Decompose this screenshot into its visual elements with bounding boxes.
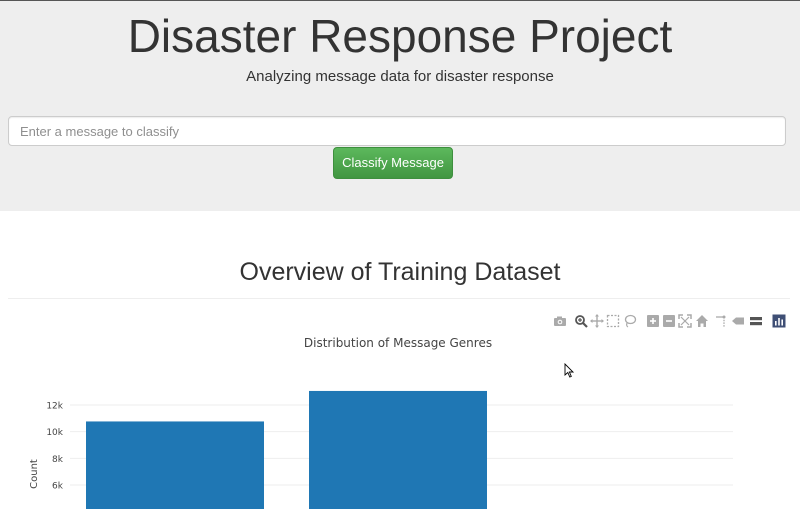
y-tick-label: 8k <box>52 455 64 465</box>
jumbotron: Disaster Response Project Analyzing mess… <box>0 0 800 211</box>
zoom-in-icon[interactable] <box>646 314 660 328</box>
reset-axes-icon[interactable] <box>695 314 709 328</box>
message-input[interactable] <box>8 116 786 146</box>
top-border <box>0 0 800 1</box>
page-title: Disaster Response Project <box>127 10 673 62</box>
spike-lines-icon[interactable] <box>714 314 728 328</box>
camera-icon[interactable] <box>553 314 567 328</box>
zoom-out-icon[interactable] <box>662 314 676 328</box>
box-select-icon[interactable] <box>606 314 620 328</box>
autoscale-icon[interactable] <box>678 314 692 328</box>
mouse-cursor-icon <box>564 363 575 378</box>
plotly-logo-icon[interactable] <box>772 314 786 328</box>
divider <box>8 298 790 299</box>
y-tick-label: 6k <box>52 482 64 492</box>
bar[interactable] <box>86 421 264 509</box>
bar[interactable] <box>309 390 487 509</box>
chart-y-ticks: 6k 8k 10k 12k <box>46 402 63 492</box>
pan-icon[interactable] <box>590 314 604 328</box>
chart-title: Distribution of Message Genres <box>303 336 493 350</box>
zoom-icon[interactable] <box>574 314 588 328</box>
y-tick-label: 10k <box>46 428 63 438</box>
plotly-modebar <box>548 314 788 330</box>
hover-closest-icon[interactable] <box>731 314 745 328</box>
section-title: Overview of Training Dataset <box>239 258 561 286</box>
hover-compare-icon[interactable] <box>749 314 763 328</box>
page-subtitle: Analyzing message data for disaster resp… <box>246 68 554 85</box>
lasso-icon[interactable] <box>623 314 637 328</box>
bar-chart: 6k 8k 10k 12k Count <box>29 390 733 509</box>
y-tick-label: 12k <box>46 402 63 412</box>
classify-message-button[interactable]: Classify Message <box>333 147 453 179</box>
chart-bars <box>86 390 487 509</box>
y-axis-label: Count <box>29 459 40 489</box>
